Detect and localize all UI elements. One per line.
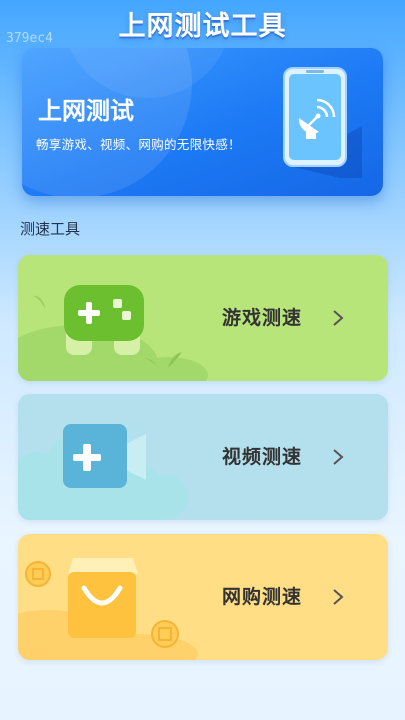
gamepad-icon [18,285,208,381]
game-speed-test-card[interactable]: 游戏测速 [18,255,388,381]
hero-banner: 上网测试 畅享游戏、视频、网购的无限快感！ [22,48,383,196]
chevron-right-icon [333,310,344,326]
chevron-right-icon [333,589,344,605]
game-speed-test-label: 游戏测速 [222,307,303,329]
section-title: 测速工具 [20,220,81,238]
video-speed-test-card[interactable]: 视频测速 [18,394,388,520]
watermark-text: 379ec4 [6,31,53,46]
shopping-bag-icon [18,558,198,660]
chevron-right-icon [333,449,344,465]
video-speed-test-label: 视频测速 [222,446,303,468]
phone-wifi-icon [283,67,362,178]
shopping-speed-test-card[interactable]: 网购测速 [18,534,388,660]
video-camera-icon [18,424,188,520]
hero-title: 上网测试 [38,97,134,125]
shopping-speed-test-label: 网购测速 [222,586,303,608]
hero-subtitle: 畅享游戏、视频、网购的无限快感！ [36,137,241,152]
app-title: 上网测试工具 [118,11,287,42]
